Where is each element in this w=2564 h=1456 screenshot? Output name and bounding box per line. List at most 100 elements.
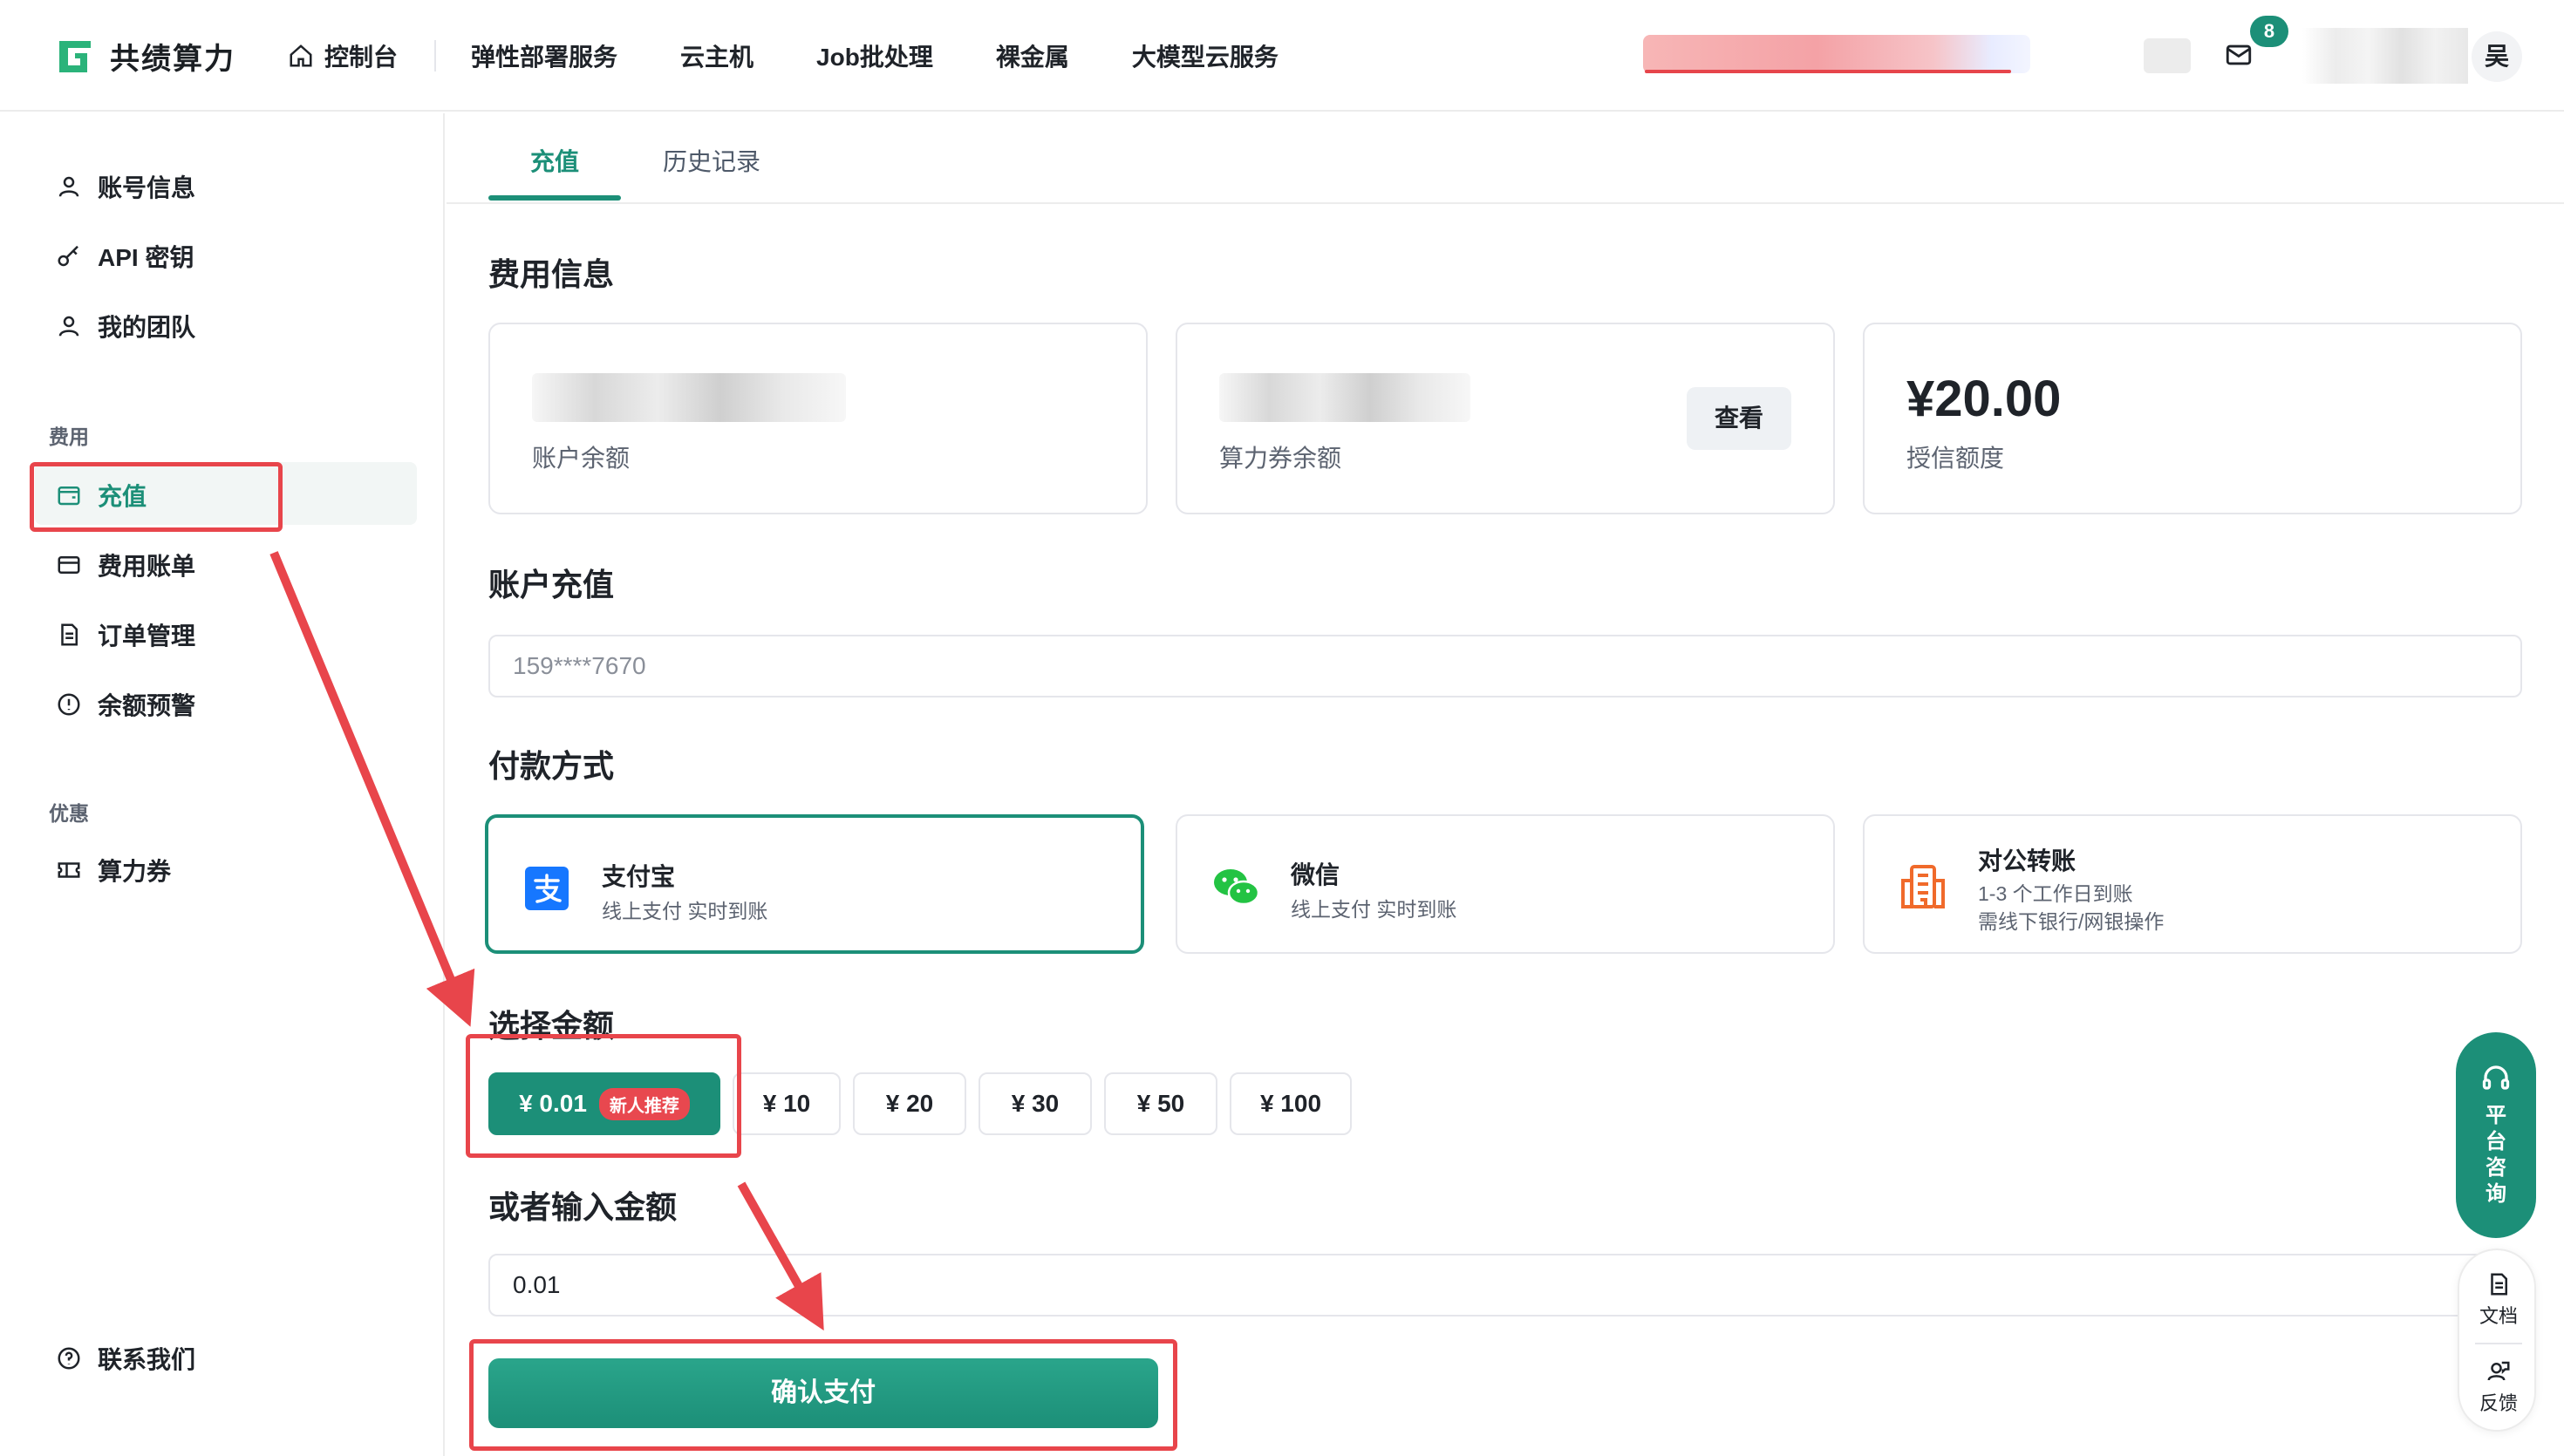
payment-title: 付款方式	[488, 748, 615, 784]
sidebar-item-contact[interactable]: 联系我们	[56, 1341, 195, 1376]
divider	[2475, 1343, 2522, 1344]
floating-tools: 文档 反馈	[2458, 1248, 2536, 1432]
redacted-search-area	[1643, 35, 2030, 73]
top-navigation-bar: 共绩算力 控制台 弹性部署服务 云主机 Job批处理 裸金属 大模型云服务 8 …	[0, 0, 2564, 112]
sidebar-group-offers: 优惠	[49, 802, 89, 825]
tab-bar: 充值 历史记录	[447, 113, 2564, 204]
wechat-icon	[1214, 869, 1260, 906]
document-icon	[2491, 1273, 2507, 1296]
credit-value: ¥20.00	[1906, 371, 2062, 427]
payment-option-bank-transfer[interactable]: 对公转账 1-3 个工作日到账 需线下银行/网银操作	[1863, 814, 2522, 954]
sidebar-item-vouchers[interactable]: 算力券	[56, 853, 171, 888]
nav-divider	[434, 40, 437, 71]
nav-bare-metal[interactable]: 裸金属	[996, 38, 1069, 73]
nav-cloud-host[interactable]: 云主机	[680, 38, 754, 73]
sidebar-item-account-info[interactable]: 账号信息	[56, 169, 195, 204]
alert-icon	[58, 693, 80, 716]
nav-llm-cloud[interactable]: 大模型云服务	[1132, 38, 1279, 73]
fee-info-title: 费用信息	[488, 256, 615, 292]
amount-option-20[interactable]: ¥ 20	[853, 1072, 966, 1135]
mail-icon[interactable]	[2224, 40, 2254, 70]
sidebar-item-bills[interactable]: 费用账单	[56, 548, 195, 582]
platform-consult-button[interactable]: 平 台 咨 询	[2456, 1032, 2536, 1238]
payment-option-desc: 1-3 个工作日到账	[1978, 882, 2133, 905]
feedback-icon	[2487, 1361, 2510, 1381]
sidebar-item-label: 费用账单	[98, 553, 196, 580]
credit-label: 授信额度	[1906, 445, 2005, 472]
amount-option-30[interactable]: ¥ 30	[979, 1072, 1092, 1135]
voucher-card: 算力券余额 查看	[1176, 323, 1835, 514]
payment-option-title: 对公转账	[1978, 847, 2076, 874]
tab-recharge[interactable]: 充值	[530, 143, 579, 178]
annotation-box-recharge	[30, 462, 283, 532]
consult-label: 平 台 咨 询	[2456, 1103, 2536, 1208]
custom-amount-title: 或者输入金额	[488, 1189, 678, 1225]
user-icon	[58, 176, 79, 197]
credit-card: ¥20.00 授信额度	[1863, 323, 2522, 514]
feedback-label: 反馈	[2479, 1392, 2518, 1414]
nav-job-batch[interactable]: Job批处理	[816, 38, 933, 73]
sidebar-item-balance-alert[interactable]: 余额预警	[56, 687, 195, 722]
amount-option-100[interactable]: ¥ 100	[1230, 1072, 1352, 1135]
nav-console[interactable]: 控制台	[288, 38, 398, 73]
redacted-username	[2302, 28, 2468, 84]
sidebar-item-label: 余额预警	[98, 692, 196, 719]
main-nav: 控制台 弹性部署服务 云主机 Job批处理 裸金属 大模型云服务	[288, 0, 1341, 112]
sidebar-item-label: 账号信息	[98, 174, 196, 201]
consult-char: 平	[2486, 1104, 2506, 1127]
docs-label: 文档	[2479, 1305, 2518, 1327]
amount-option-10[interactable]: ¥ 10	[733, 1072, 841, 1135]
account-field: 159****7670	[488, 635, 2522, 697]
tab-history[interactable]: 历史记录	[663, 143, 760, 178]
home-icon	[290, 44, 312, 67]
user-icon	[58, 316, 79, 337]
sidebar-group-billing: 费用	[49, 425, 89, 448]
consult-char: 咨	[2486, 1156, 2506, 1180]
payment-option-wechat[interactable]: 微信 线上支付 实时到账	[1176, 814, 1835, 954]
brand-logo-icon	[59, 40, 91, 72]
balance-label: 账户余额	[532, 445, 631, 472]
notification-badge: 8	[2250, 16, 2288, 47]
consult-char: 台	[2486, 1130, 2506, 1153]
nav-console-label: 控制台	[324, 44, 399, 71]
payment-option-title: 支付宝	[602, 863, 676, 890]
payment-option-desc-secondary: 需线下银行/网银操作	[1978, 910, 2165, 933]
annotation-box-amount	[466, 1034, 741, 1158]
payment-option-desc: 线上支付 实时到账	[602, 900, 768, 922]
payment-option-desc: 线上支付 实时到账	[1291, 898, 1457, 921]
balance-card: 账户余额	[488, 323, 1148, 514]
alipay-icon	[525, 867, 569, 910]
building-icon	[1901, 865, 1945, 908]
ticket-icon	[58, 862, 80, 878]
payment-option-alipay[interactable]: 支付宝 线上支付 实时到账	[485, 814, 1144, 954]
brand-logo[interactable]: 共绩算力	[54, 35, 235, 78]
card-icon	[58, 556, 80, 574]
user-avatar[interactable]: 吴	[2472, 31, 2522, 82]
view-vouchers-button[interactable]: 查看	[1687, 387, 1791, 450]
help-icon	[58, 1347, 80, 1370]
feedback-button[interactable]: 反馈	[2459, 1358, 2538, 1416]
sidebar-item-my-team[interactable]: 我的团队	[56, 309, 195, 344]
docs-button[interactable]: 文档	[2459, 1271, 2538, 1329]
sidebar-item-label: API 密钥	[98, 244, 194, 271]
redacted-balance-value	[532, 373, 846, 422]
sidebar-item-label: 算力券	[98, 858, 172, 885]
brand-name: 共绩算力	[110, 43, 235, 76]
redacted-icon	[2144, 38, 2191, 73]
redacted-voucher-value	[1219, 373, 1470, 422]
sidebar-item-api-key[interactable]: API 密钥	[56, 239, 194, 274]
tab-active-indicator	[488, 195, 621, 201]
recharge-title: 账户充值	[488, 567, 615, 602]
sidebar-item-label: 订单管理	[98, 623, 196, 650]
sidebar-item-label: 我的团队	[98, 314, 196, 341]
custom-amount-input[interactable]: 0.01	[488, 1254, 2522, 1317]
payment-option-title: 微信	[1291, 861, 1340, 888]
headset-icon	[2482, 1065, 2510, 1090]
consult-char: 询	[2486, 1182, 2506, 1206]
nav-elastic-deploy[interactable]: 弹性部署服务	[471, 38, 617, 73]
sidebar: 账号信息 API 密钥 我的团队 费用 充值 费用账单 订单管理 余额预警 优惠…	[0, 113, 445, 1456]
sidebar-item-orders[interactable]: 订单管理	[56, 617, 195, 652]
document-icon	[61, 623, 78, 646]
amount-option-50[interactable]: ¥ 50	[1104, 1072, 1217, 1135]
voucher-label: 算力券余额	[1219, 445, 1342, 472]
